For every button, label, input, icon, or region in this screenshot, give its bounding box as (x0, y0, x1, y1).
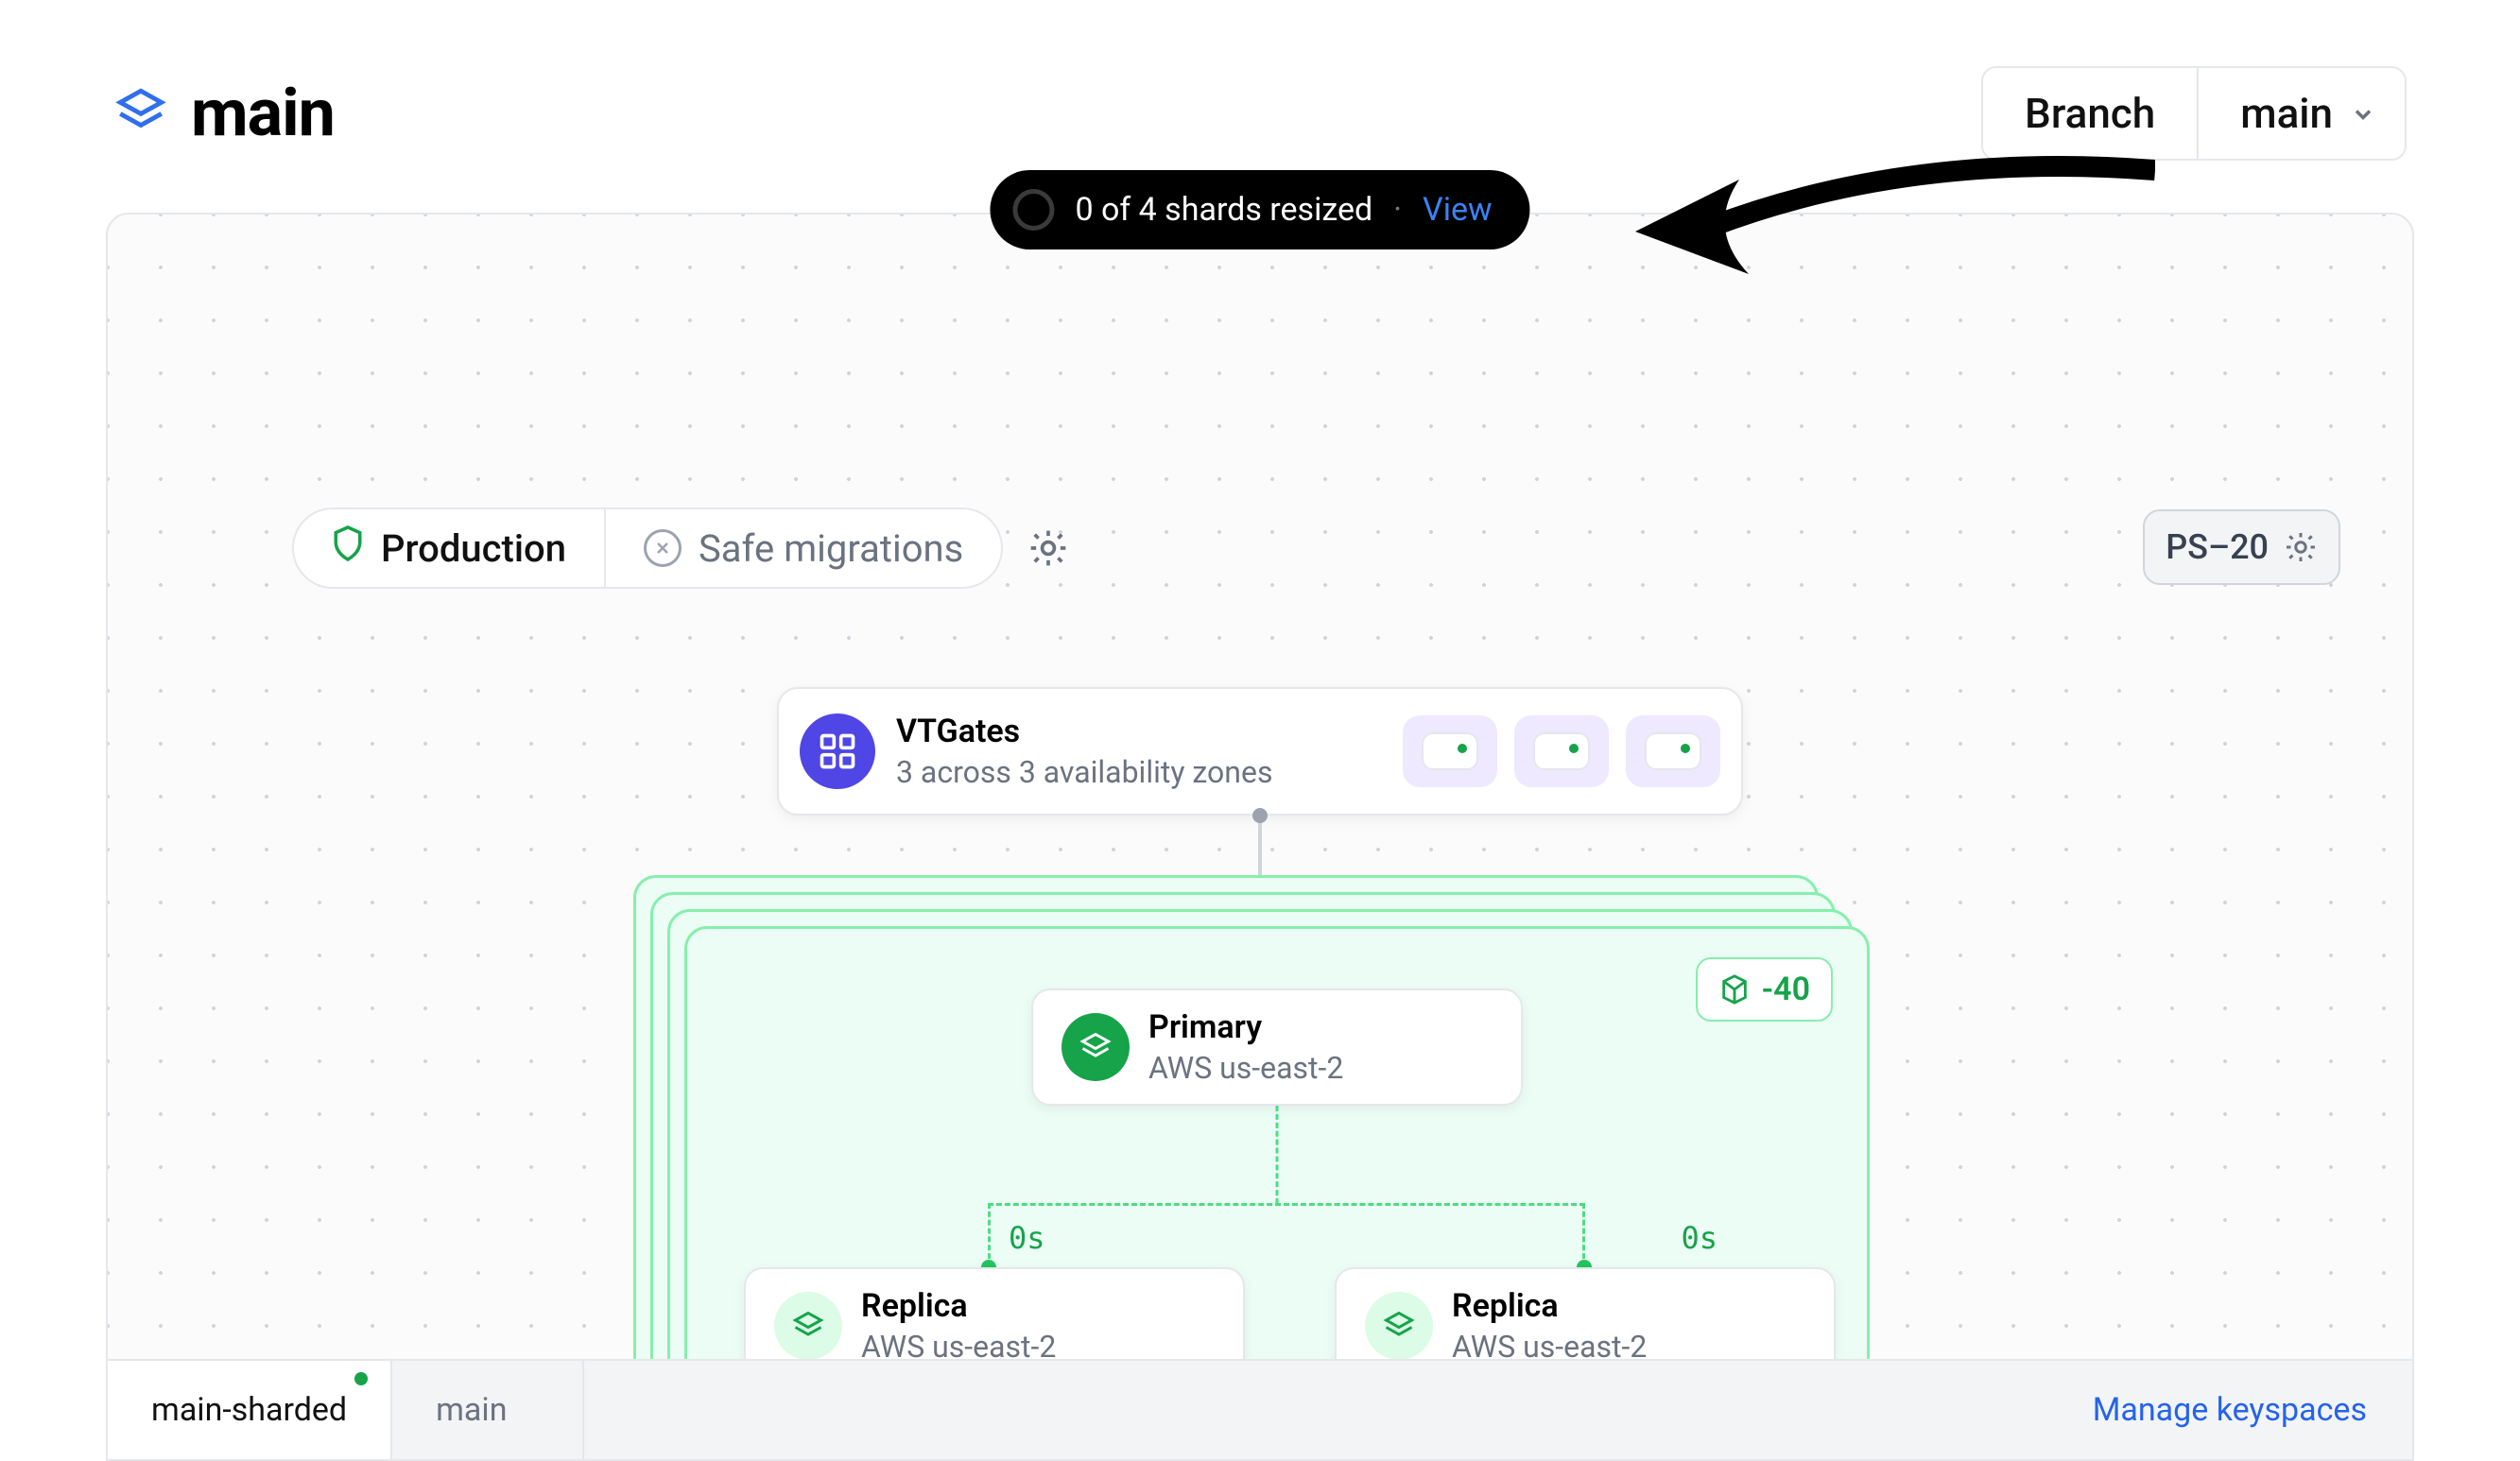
page-title: main (191, 75, 335, 152)
vtgate-az-badge[interactable] (1514, 715, 1609, 787)
layers-icon (774, 1292, 842, 1360)
plan-size-chip[interactable]: PS–20 (2143, 509, 2340, 585)
toast-separator: · (1393, 191, 1402, 229)
layers-icon (1062, 1013, 1130, 1081)
connector-dash (988, 1203, 991, 1267)
x-circle-icon (644, 529, 682, 567)
annotation-arrow (1626, 142, 2155, 293)
toast-view-link[interactable]: View (1423, 191, 1493, 229)
layers-icon (113, 84, 168, 143)
shard-range-tag[interactable]: -40 (1696, 957, 1833, 1022)
keyspace-tab[interactable]: main (392, 1361, 584, 1459)
production-pill[interactable]: Production (294, 509, 604, 587)
connector-dash (988, 1203, 1585, 1206)
chevron-down-icon (2350, 89, 2376, 138)
replica-title: Replica (861, 1287, 1056, 1325)
connector-knob (1252, 808, 1268, 823)
keyspace-tab-label: main (436, 1391, 507, 1429)
resize-toast: 0 of 4 shards resized · View (990, 170, 1529, 249)
primary-region: AWS us-east-2 (1148, 1050, 1343, 1086)
toast-text: 0 of 4 shards resized (1075, 191, 1372, 229)
keyspace-tabs: main-sharded main Manage keyspaces (108, 1359, 2412, 1459)
settings-button[interactable] (1024, 524, 1073, 573)
vtgates-title: VTGates (896, 713, 1272, 750)
vtgates-subtitle: 3 across 3 availability zones (896, 754, 1272, 790)
shield-icon (332, 524, 364, 572)
replica-latency: 0s (1009, 1220, 1045, 1256)
safe-migrations-label: Safe migrations (699, 526, 963, 571)
keyspace-tab-active[interactable]: main-sharded (108, 1361, 392, 1459)
vtgate-az-badge[interactable] (1403, 715, 1497, 787)
safe-migrations-pill[interactable]: Safe migrations (604, 509, 1001, 587)
branch-name-text: main (2240, 89, 2333, 138)
manage-keyspaces-link[interactable]: Manage keyspaces (2047, 1361, 2412, 1459)
vtgate-az-badge[interactable] (1626, 715, 1720, 787)
connector-dash (1276, 1106, 1279, 1204)
primary-title: Primary (1148, 1008, 1343, 1046)
spinner-icon (1012, 189, 1054, 231)
vtgates-card[interactable]: VTGates 3 across 3 availability zones (777, 687, 1743, 816)
gear-icon (2284, 530, 2318, 564)
replica-latency: 0s (1681, 1220, 1717, 1256)
header-left: main (113, 75, 335, 152)
shard-range-label: -40 (1762, 971, 1810, 1008)
pill-group: Production Safe migrations (292, 507, 1003, 589)
connector-dash (1582, 1203, 1585, 1267)
vtgates-icon (800, 713, 875, 789)
primary-node[interactable]: Primary AWS us-east-2 (1031, 988, 1523, 1106)
branch-switcher-value[interactable]: main (2199, 68, 2405, 159)
layers-icon (1365, 1292, 1433, 1360)
replica-title: Replica (1452, 1287, 1647, 1325)
pill-bar: Production Safe migrations (292, 507, 1073, 589)
vtgates-badges (1403, 715, 1720, 787)
plan-size-label: PS–20 (2166, 527, 2269, 567)
vtgates-text: VTGates 3 across 3 availability zones (896, 713, 1272, 790)
cube-icon (1718, 973, 1751, 1006)
production-label: Production (381, 526, 566, 571)
spacer (584, 1361, 2046, 1459)
keyspace-tab-label: main-sharded (151, 1391, 347, 1429)
topology-panel: Production Safe migrations PS–20 (106, 213, 2414, 1461)
